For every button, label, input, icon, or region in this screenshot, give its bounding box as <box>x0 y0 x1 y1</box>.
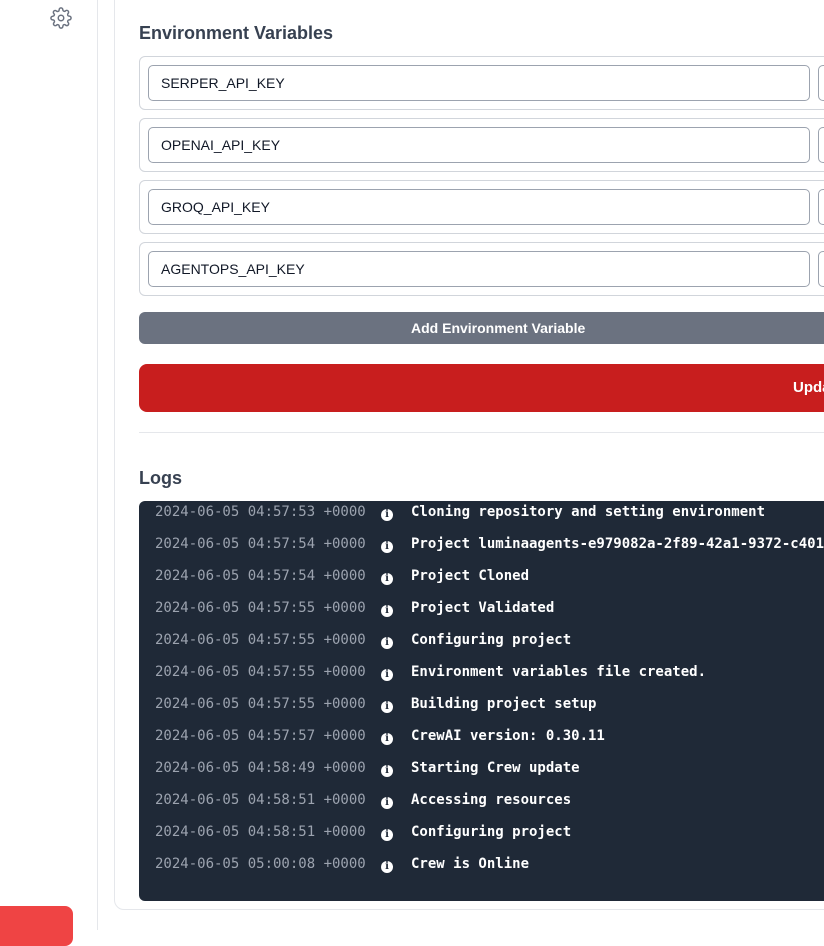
env-var-value-input[interactable] <box>818 65 824 101</box>
log-timestamp: 2024-06-05 04:57:54 +0000 <box>155 536 366 552</box>
env-var-row: SERPER_API_KEY <box>139 56 824 110</box>
log-timestamp: 2024-06-05 04:57:55 +0000 <box>155 632 366 648</box>
info-icon: i <box>381 669 393 681</box>
env-var-value-input[interactable] <box>818 251 824 287</box>
info-icon: i <box>381 733 393 745</box>
log-entry: 2024-06-05 04:58:51 +0000 i Accessing reso… <box>155 792 571 812</box>
log-entry: 2024-06-05 04:57:55 +0000 i Building proje… <box>155 696 596 716</box>
log-timestamp: 2024-06-05 04:57:55 +0000 <box>155 696 366 712</box>
log-timestamp: 2024-06-05 04:57:55 +0000 <box>155 664 366 680</box>
log-timestamp: 2024-06-05 04:57:57 +0000 <box>155 728 366 744</box>
environment-variables-title: Environment Variables <box>139 23 334 43</box>
env-var-value-input[interactable] <box>818 189 824 225</box>
log-timestamp: 2024-06-05 04:58:51 +0000 <box>155 824 366 840</box>
log-entry: 2024-06-05 04:57:54 +0000 i Project lumina… <box>155 536 824 556</box>
log-entry: 2024-06-05 04:57:55 +0000 i Project Valida… <box>155 600 554 620</box>
env-var-row: AGENTOPS_API_KEY <box>139 242 824 296</box>
log-entry: 2024-06-05 04:58:49 +0000 i Starting Crew … <box>155 760 580 780</box>
log-message: Project Cloned <box>411 568 530 584</box>
env-var-row: OPENAI_API_KEY <box>139 118 824 172</box>
log-entry: 2024-06-05 04:57:55 +0000 i Configuring pr… <box>155 632 571 652</box>
log-message: Crew is Online <box>411 856 530 872</box>
info-icon: i <box>381 541 393 553</box>
log-entry: 2024-06-05 04:57:53 +0000 i Cloning reposi… <box>155 504 765 524</box>
info-icon: i <box>381 509 393 521</box>
log-timestamp: 2024-06-05 04:57:53 +0000 <box>155 504 366 520</box>
info-icon: i <box>381 605 393 617</box>
logs-title: Logs <box>139 468 182 488</box>
env-var-name-input[interactable]: AGENTOPS_API_KEY <box>148 251 810 287</box>
log-entry: 2024-06-05 04:58:51 +0000 i Configuring pr… <box>155 824 571 844</box>
log-message: Cloning repository and setting environme… <box>411 504 766 520</box>
log-timestamp: 2024-06-05 04:58:49 +0000 <box>155 760 366 776</box>
log-entry: 2024-06-05 04:57:57 +0000 i CrewAI version… <box>155 728 605 748</box>
log-message: Project Validated <box>411 600 555 616</box>
logs-panel[interactable]: 2024-06-05 04:57:53 +0000 i Cloning reposi… <box>139 501 824 901</box>
info-icon: i <box>381 797 393 809</box>
update-button[interactable]: Upda <box>139 364 824 412</box>
log-timestamp: 2024-06-05 05:00:08 +0000 <box>155 856 366 872</box>
env-var-name-input[interactable]: OPENAI_API_KEY <box>148 127 810 163</box>
log-entry: 2024-06-05 04:57:55 +0000 i Environment va… <box>155 664 706 684</box>
gear-icon[interactable] <box>50 7 72 29</box>
log-message: Accessing resources <box>411 792 572 808</box>
section-divider <box>139 432 824 433</box>
info-icon: i <box>381 765 393 777</box>
info-icon: i <box>381 829 393 841</box>
info-icon: i <box>381 861 393 873</box>
env-var-name-input[interactable]: SERPER_API_KEY <box>148 65 810 101</box>
env-var-row: GROQ_API_KEY <box>139 180 824 234</box>
log-message: Project luminaagents-e979082a-2f89-42a1-… <box>411 536 824 552</box>
sidebar-action-button[interactable] <box>0 906 73 946</box>
log-message: Configuring project <box>411 632 572 648</box>
env-var-name-input[interactable]: GROQ_API_KEY <box>148 189 810 225</box>
log-entry: 2024-06-05 05:00:08 +0000 i Crew is Online <box>155 856 529 876</box>
info-icon: i <box>381 701 393 713</box>
add-environment-variable-button[interactable]: Add Environment Variable <box>139 312 824 344</box>
log-message: CrewAI version: 0.30.11 <box>411 728 605 744</box>
log-message: Starting Crew update <box>411 760 580 776</box>
log-timestamp: 2024-06-05 04:57:54 +0000 <box>155 568 366 584</box>
log-entry: 2024-06-05 04:57:54 +0000 i Project Cloned <box>155 568 529 588</box>
log-message: Configuring project <box>411 824 572 840</box>
log-message: Building project setup <box>411 696 597 712</box>
info-icon: i <box>381 637 393 649</box>
env-var-value-input[interactable] <box>818 127 824 163</box>
log-message: Environment variables file created. <box>411 664 707 680</box>
info-icon: i <box>381 573 393 585</box>
log-timestamp: 2024-06-05 04:58:51 +0000 <box>155 792 366 808</box>
log-timestamp: 2024-06-05 04:57:55 +0000 <box>155 600 366 616</box>
sidebar <box>0 0 98 946</box>
